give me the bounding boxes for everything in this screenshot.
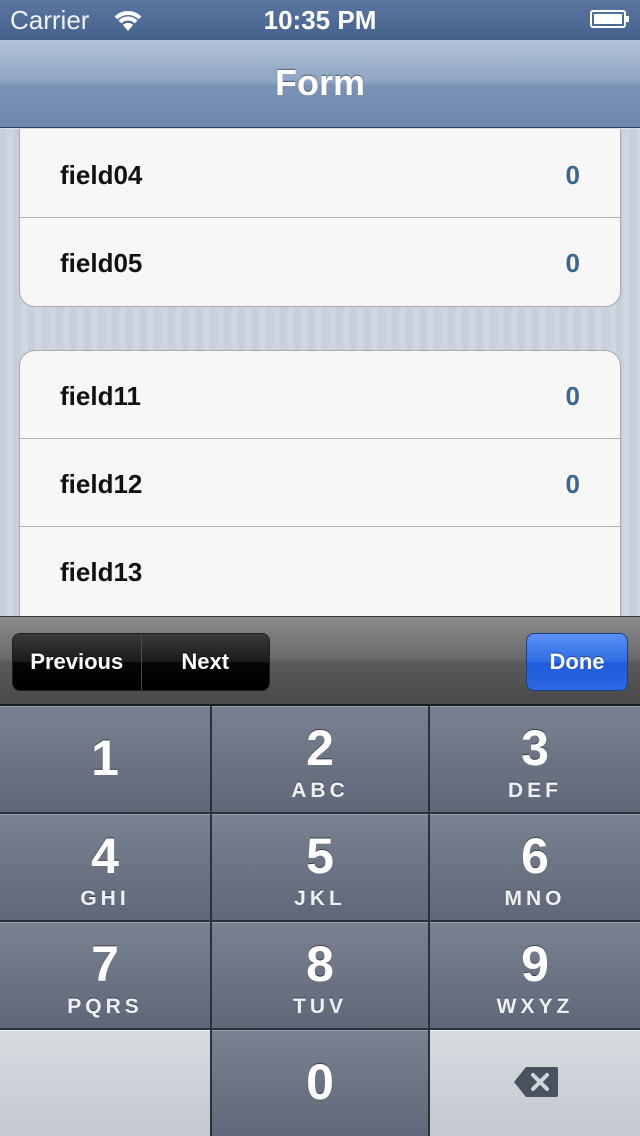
key-1[interactable]: 1: [0, 706, 210, 812]
form-row-field11[interactable]: field11 0: [20, 351, 620, 439]
key-letters: GHI: [80, 887, 130, 910]
form-table[interactable]: field04 0 field05 0 field11 0 field12 0 …: [0, 129, 640, 616]
key-8[interactable]: 8 TUV: [212, 922, 428, 1028]
key-number: 2: [306, 720, 334, 776]
form-section-1: field04 0 field05 0: [19, 129, 621, 307]
key-letters: PQRS: [67, 995, 143, 1018]
key-letters: JKL: [294, 887, 346, 910]
next-button[interactable]: Next: [140, 634, 269, 690]
key-0[interactable]: 0: [212, 1030, 428, 1136]
row-value[interactable]: 0: [566, 469, 580, 500]
blank-key: [0, 1030, 210, 1136]
battery-icon: [590, 10, 629, 28]
key-number: 1: [91, 730, 119, 786]
row-value[interactable]: 0: [566, 381, 580, 412]
form-row-field12[interactable]: field12 0: [20, 439, 620, 527]
key-number: 5: [306, 828, 334, 884]
key-6[interactable]: 6 MNO: [430, 814, 640, 920]
key-number: 3: [521, 720, 549, 776]
backspace-icon: [514, 1067, 558, 1097]
prev-next-control: Previous Next: [12, 633, 270, 691]
key-number: 0: [306, 1054, 334, 1110]
key-letters: ABC: [291, 779, 349, 802]
key-3[interactable]: 3 DEF: [430, 706, 640, 812]
navigation-bar: Form: [0, 40, 640, 128]
row-label: field04: [60, 160, 143, 190]
key-number: 6: [521, 828, 549, 884]
key-9[interactable]: 9 WXYZ: [430, 922, 640, 1028]
key-2[interactable]: 2 ABC: [212, 706, 428, 812]
row-value[interactable]: 0: [566, 248, 580, 279]
number-pad: 1 2 ABC 3 DEF 4 GHI 5 JKL 6 MNO 7 PQRS 8…: [0, 704, 640, 1136]
form-section-2: field11 0 field12 0 field13: [19, 350, 621, 616]
form-row-field04[interactable]: field04 0: [20, 130, 620, 218]
key-7[interactable]: 7 PQRS: [0, 922, 210, 1028]
delete-key[interactable]: [430, 1030, 640, 1136]
key-letters: DEF: [508, 779, 562, 802]
key-5[interactable]: 5 JKL: [212, 814, 428, 920]
key-number: 7: [91, 936, 119, 992]
key-number: 4: [91, 828, 119, 884]
page-title: Form: [275, 62, 365, 103]
status-time: 10:35 PM: [263, 5, 377, 35]
row-label: field13: [60, 557, 143, 587]
key-letters: MNO: [504, 887, 566, 910]
row-label: field12: [60, 469, 143, 499]
done-button[interactable]: Done: [526, 633, 628, 691]
row-label: field05: [60, 248, 143, 278]
key-number: 8: [306, 936, 334, 992]
key-letters: TUV: [293, 995, 347, 1018]
keyboard-toolbar: Previous Next Done: [0, 616, 640, 704]
key-4[interactable]: 4 GHI: [0, 814, 210, 920]
form-row-field05[interactable]: field05 0: [20, 218, 620, 306]
key-letters: WXYZ: [496, 995, 574, 1018]
status-bar: Carrier 10:35 PM: [0, 0, 640, 40]
previous-button[interactable]: Previous: [13, 634, 141, 690]
row-value[interactable]: 0: [566, 160, 580, 191]
row-label: field11: [60, 381, 141, 411]
form-row-field13[interactable]: field13: [20, 527, 620, 615]
key-number: 9: [521, 936, 549, 992]
